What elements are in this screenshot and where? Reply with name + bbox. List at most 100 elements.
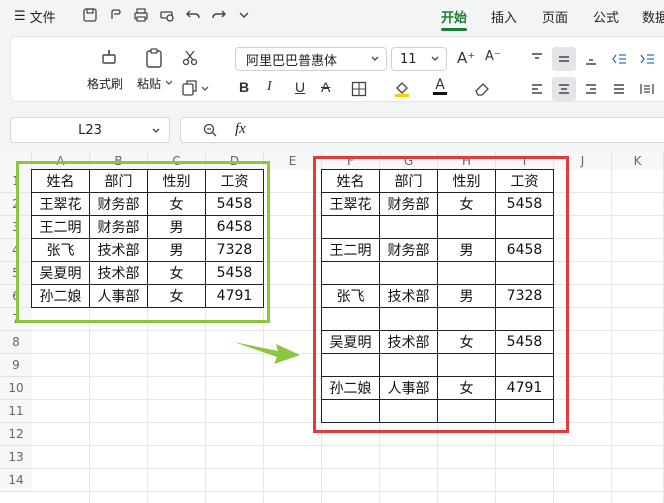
font-color-icon[interactable]: A: [433, 78, 447, 95]
right-table-cell[interactable]: [379, 215, 438, 239]
right-table-cell[interactable]: 财务部: [379, 192, 438, 216]
right-table-cell[interactable]: 4791: [495, 376, 554, 400]
paste-dropdown-icon[interactable]: [165, 79, 173, 87]
left-table-cell[interactable]: 6458: [205, 215, 264, 239]
column-header-d[interactable]: D: [206, 152, 264, 170]
right-table-cell[interactable]: [437, 353, 496, 377]
tab-data[interactable]: 数据: [642, 0, 664, 32]
print-icon[interactable]: [133, 7, 149, 23]
align-center-button[interactable]: [552, 77, 576, 101]
justify-button[interactable]: [607, 77, 631, 101]
left-table-cell[interactable]: 人事部: [89, 284, 148, 308]
right-table-cell[interactable]: 6458: [495, 238, 554, 262]
left-table-cell[interactable]: 技术部: [89, 261, 148, 285]
tab-insert[interactable]: 插入: [488, 0, 520, 32]
right-table-cell[interactable]: [379, 399, 438, 423]
left-table-cell[interactable]: 财务部: [89, 215, 148, 239]
right-table-header-cell[interactable]: 姓名: [321, 169, 380, 193]
italic-icon[interactable]: I: [267, 79, 272, 95]
right-table-cell[interactable]: [379, 261, 438, 285]
column-header-k[interactable]: K: [612, 152, 664, 170]
right-table-cell[interactable]: [495, 399, 554, 423]
left-table-cell[interactable]: 财务部: [89, 192, 148, 216]
right-table-header-cell[interactable]: 部门: [379, 169, 438, 193]
right-table-cell[interactable]: [321, 215, 380, 239]
row-header-8[interactable]: 8: [0, 331, 32, 354]
right-table-cell[interactable]: 5458: [495, 192, 554, 216]
left-table-cell[interactable]: 5458: [205, 261, 264, 285]
row-header-1[interactable]: 1: [0, 170, 32, 193]
right-table-cell[interactable]: 张飞: [321, 284, 380, 308]
left-table-cell[interactable]: 女: [147, 192, 206, 216]
right-table-cell[interactable]: [321, 399, 380, 423]
decrease-font-icon[interactable]: A⁻: [485, 49, 501, 64]
left-table-header-cell[interactable]: 姓名: [31, 169, 90, 193]
align-bottom-button[interactable]: [579, 47, 603, 71]
column-header-f[interactable]: F: [322, 152, 380, 170]
row-header-2[interactable]: 2: [0, 193, 32, 216]
eraser-icon[interactable]: [473, 81, 491, 97]
right-table-cell[interactable]: [495, 215, 554, 239]
left-table-cell[interactable]: 技术部: [89, 238, 148, 262]
left-table-cell[interactable]: 女: [147, 284, 206, 308]
strikethrough-icon[interactable]: A: [321, 79, 330, 95]
left-table-cell[interactable]: 女: [147, 261, 206, 285]
right-table-cell[interactable]: [437, 261, 496, 285]
right-table-cell[interactable]: 女: [437, 330, 496, 354]
left-table-header-cell[interactable]: 工资: [205, 169, 264, 193]
left-table-cell[interactable]: 男: [147, 238, 206, 262]
left-table-cell[interactable]: 5458: [205, 192, 264, 216]
right-table-cell[interactable]: 王翠花: [321, 192, 380, 216]
redo-icon[interactable]: [211, 7, 227, 23]
left-table-cell[interactable]: 孙二娘: [31, 284, 90, 308]
column-header-a[interactable]: A: [32, 152, 90, 170]
undo-icon[interactable]: [185, 7, 201, 23]
copy-dropdown-icon[interactable]: [201, 85, 209, 93]
column-header-i[interactable]: I: [496, 152, 554, 170]
left-table-cell[interactable]: 王二明: [31, 215, 90, 239]
align-right-button[interactable]: [579, 77, 603, 101]
cut-icon[interactable]: [181, 49, 199, 67]
right-table-header-cell[interactable]: 性别: [437, 169, 496, 193]
file-menu[interactable]: ☰ 文件: [14, 6, 56, 26]
row-header-14[interactable]: 14: [0, 469, 32, 492]
right-table-cell[interactable]: [321, 307, 380, 331]
right-table-cell[interactable]: [437, 215, 496, 239]
row-header-6[interactable]: 6: [0, 285, 32, 308]
right-table-cell[interactable]: [437, 307, 496, 331]
right-table-cell[interactable]: 女: [437, 192, 496, 216]
left-table-cell[interactable]: 王翠花: [31, 192, 90, 216]
right-table-cell[interactable]: 吴夏明: [321, 330, 380, 354]
right-table-cell[interactable]: 技术部: [379, 330, 438, 354]
row-header-13[interactable]: 13: [0, 446, 32, 469]
right-table-header-cell[interactable]: 工资: [495, 169, 554, 193]
increase-indent-button[interactable]: [635, 47, 659, 71]
row-header-4[interactable]: 4: [0, 239, 32, 262]
copy-icon[interactable]: [181, 79, 199, 97]
font-size-select[interactable]: 11: [391, 47, 447, 71]
row-header-7[interactable]: 7: [0, 308, 32, 331]
right-table-cell[interactable]: [379, 353, 438, 377]
right-table-cell[interactable]: [495, 307, 554, 331]
column-header-e[interactable]: E: [264, 152, 322, 170]
left-table-cell[interactable]: 7328: [205, 238, 264, 262]
tab-formula[interactable]: 公式: [590, 0, 622, 32]
left-table-cell[interactable]: 张飞: [31, 238, 90, 262]
paste-button[interactable]: 粘贴: [135, 45, 175, 93]
column-header-h[interactable]: H: [438, 152, 496, 170]
fx-label[interactable]: fx: [235, 121, 246, 138]
right-table-cell[interactable]: 人事部: [379, 376, 438, 400]
right-table-cell[interactable]: 技术部: [379, 284, 438, 308]
right-table-cell[interactable]: [321, 261, 380, 285]
increase-font-icon[interactable]: A⁺: [457, 49, 475, 67]
row-header-12[interactable]: 12: [0, 423, 32, 446]
borders-icon[interactable]: [351, 81, 367, 97]
left-table-header-cell[interactable]: 性别: [147, 169, 206, 193]
row-header-9[interactable]: 9: [0, 354, 32, 377]
zoom-icon[interactable]: [203, 123, 217, 137]
right-table-cell[interactable]: 财务部: [379, 238, 438, 262]
right-table-cell[interactable]: 5458: [495, 330, 554, 354]
font-name-select[interactable]: 阿里巴巴普惠体: [235, 47, 387, 71]
select-all-corner[interactable]: [0, 152, 32, 170]
row-header-5[interactable]: 5: [0, 262, 32, 285]
